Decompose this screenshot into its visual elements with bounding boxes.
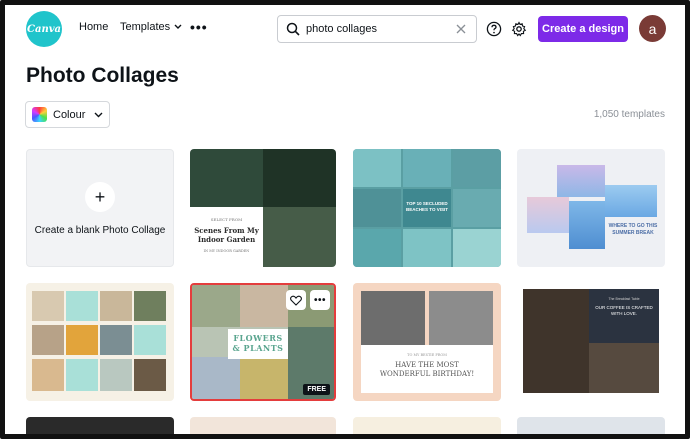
card-title: OUR COFFEE IS CRAFTED WITH LOVE. <box>595 305 653 316</box>
photo-tile <box>66 325 98 355</box>
chevron-down-icon <box>174 24 182 29</box>
photo-tile <box>453 149 501 187</box>
plus-icon: + <box>85 182 115 212</box>
card-title: TOP 10 SECLUDED BEACHES TO VISIT <box>406 201 448 212</box>
logo-text: Canva <box>27 23 61 35</box>
template-card[interactable] <box>26 417 174 439</box>
photo-tile <box>429 291 493 345</box>
photo-tile <box>32 325 64 355</box>
card-small-text: TO MY BESTIE FROM <box>407 353 447 357</box>
photo-tile <box>403 149 451 187</box>
template-card-mint-collage[interactable] <box>26 283 174 401</box>
template-card-beaches[interactable]: TOP 10 SECLUDED BEACHES TO VISIT <box>353 149 501 267</box>
card-title: WHERE TO GO THIS SUMMER BREAK <box>608 223 658 236</box>
photo-tile <box>100 325 132 355</box>
card-title: Scenes From My Indoor Garden <box>194 226 259 244</box>
search-icon <box>286 22 300 36</box>
photo-tile <box>527 197 569 233</box>
photo-tile <box>134 359 166 391</box>
photo-tile <box>353 229 401 267</box>
template-card[interactable] <box>353 417 501 439</box>
top-header: Canva Home Templates ••• Create a design… <box>5 5 685 53</box>
create-design-button[interactable]: Create a design <box>538 16 628 42</box>
photo-tile <box>192 357 240 399</box>
blank-card-label: Create a blank Photo Collage <box>34 225 166 236</box>
photo-tile <box>557 165 605 197</box>
card-more-button[interactable]: ••• <box>310 290 330 310</box>
chevron-down-icon <box>94 112 103 117</box>
help-icon[interactable] <box>486 21 502 37</box>
photo-tile <box>190 149 263 207</box>
photo-tile <box>100 291 132 321</box>
template-card[interactable] <box>190 417 336 439</box>
more-menu-button[interactable]: ••• <box>190 19 208 35</box>
card-title: HAVE THE MOST WONDERFUL BIRTHDAY! <box>379 361 475 378</box>
avatar[interactable]: a <box>639 15 666 42</box>
photo-tile <box>32 359 64 391</box>
blank-collage-card[interactable]: + Create a blank Photo Collage <box>26 149 174 267</box>
favorite-button[interactable] <box>286 290 306 310</box>
colour-filter-label: Colour <box>53 108 86 121</box>
more-icon: ••• <box>313 294 326 306</box>
card-small-text: The Breakfast Table <box>608 297 640 301</box>
template-card-indoor-garden[interactable]: SELECT FROM Scenes From My Indoor Garden… <box>190 149 336 267</box>
template-count: 1,050 templates <box>593 109 665 120</box>
canva-logo[interactable]: Canva <box>26 11 62 47</box>
card-footer-text: IN MY INDOOR GARDEN <box>203 249 250 253</box>
photo-tile <box>240 285 288 327</box>
nav-templates[interactable]: Templates <box>120 21 182 33</box>
heart-icon <box>290 295 302 306</box>
photo-tile <box>263 149 336 207</box>
search-bar <box>277 15 477 43</box>
template-card-summer-break[interactable]: WHERE TO GO THIS SUMMER BREAK <box>517 149 665 267</box>
template-card-flowers-plants[interactable]: FLOWERS & PLANTS ••• FREE <box>190 283 336 401</box>
photo-tile <box>100 359 132 391</box>
photo-tile <box>66 359 98 391</box>
colour-swatch-icon <box>32 107 47 122</box>
photo-tile <box>569 201 605 249</box>
photo-tile <box>353 189 401 227</box>
photo-tile <box>353 149 401 187</box>
card-title: FLOWERS & PLANTS <box>228 329 288 359</box>
photo-tile <box>453 189 501 227</box>
free-badge: FREE <box>303 384 330 395</box>
clear-icon[interactable] <box>454 22 468 36</box>
photo-tile <box>589 343 659 393</box>
photo-tile <box>453 229 501 267</box>
page-title: Photo Collages <box>26 64 179 87</box>
template-card-coffee[interactable]: The Breakfast Table OUR COFFEE IS CRAFTE… <box>517 283 665 401</box>
photo-tile <box>263 207 336 267</box>
card-small-text: SELECT FROM <box>210 217 243 222</box>
photo-tile <box>134 325 166 355</box>
template-card-birthday[interactable]: TO MY BESTIE FROM HAVE THE MOST WONDERFU… <box>353 283 501 401</box>
photo-tile <box>403 229 451 267</box>
photo-tile <box>32 291 64 321</box>
photo-tile <box>66 291 98 321</box>
photo-tile <box>240 357 288 399</box>
template-card[interactable] <box>517 417 665 439</box>
photo-tile <box>361 291 425 345</box>
gear-icon[interactable] <box>511 21 527 37</box>
photo-tile <box>605 185 657 217</box>
colour-filter-button[interactable]: Colour <box>25 101 110 128</box>
search-input[interactable] <box>306 20 446 38</box>
photo-tile <box>192 285 240 327</box>
nav-templates-label: Templates <box>120 21 171 33</box>
photo-tile <box>523 289 589 393</box>
photo-tile <box>134 291 166 321</box>
nav-home[interactable]: Home <box>79 21 108 33</box>
